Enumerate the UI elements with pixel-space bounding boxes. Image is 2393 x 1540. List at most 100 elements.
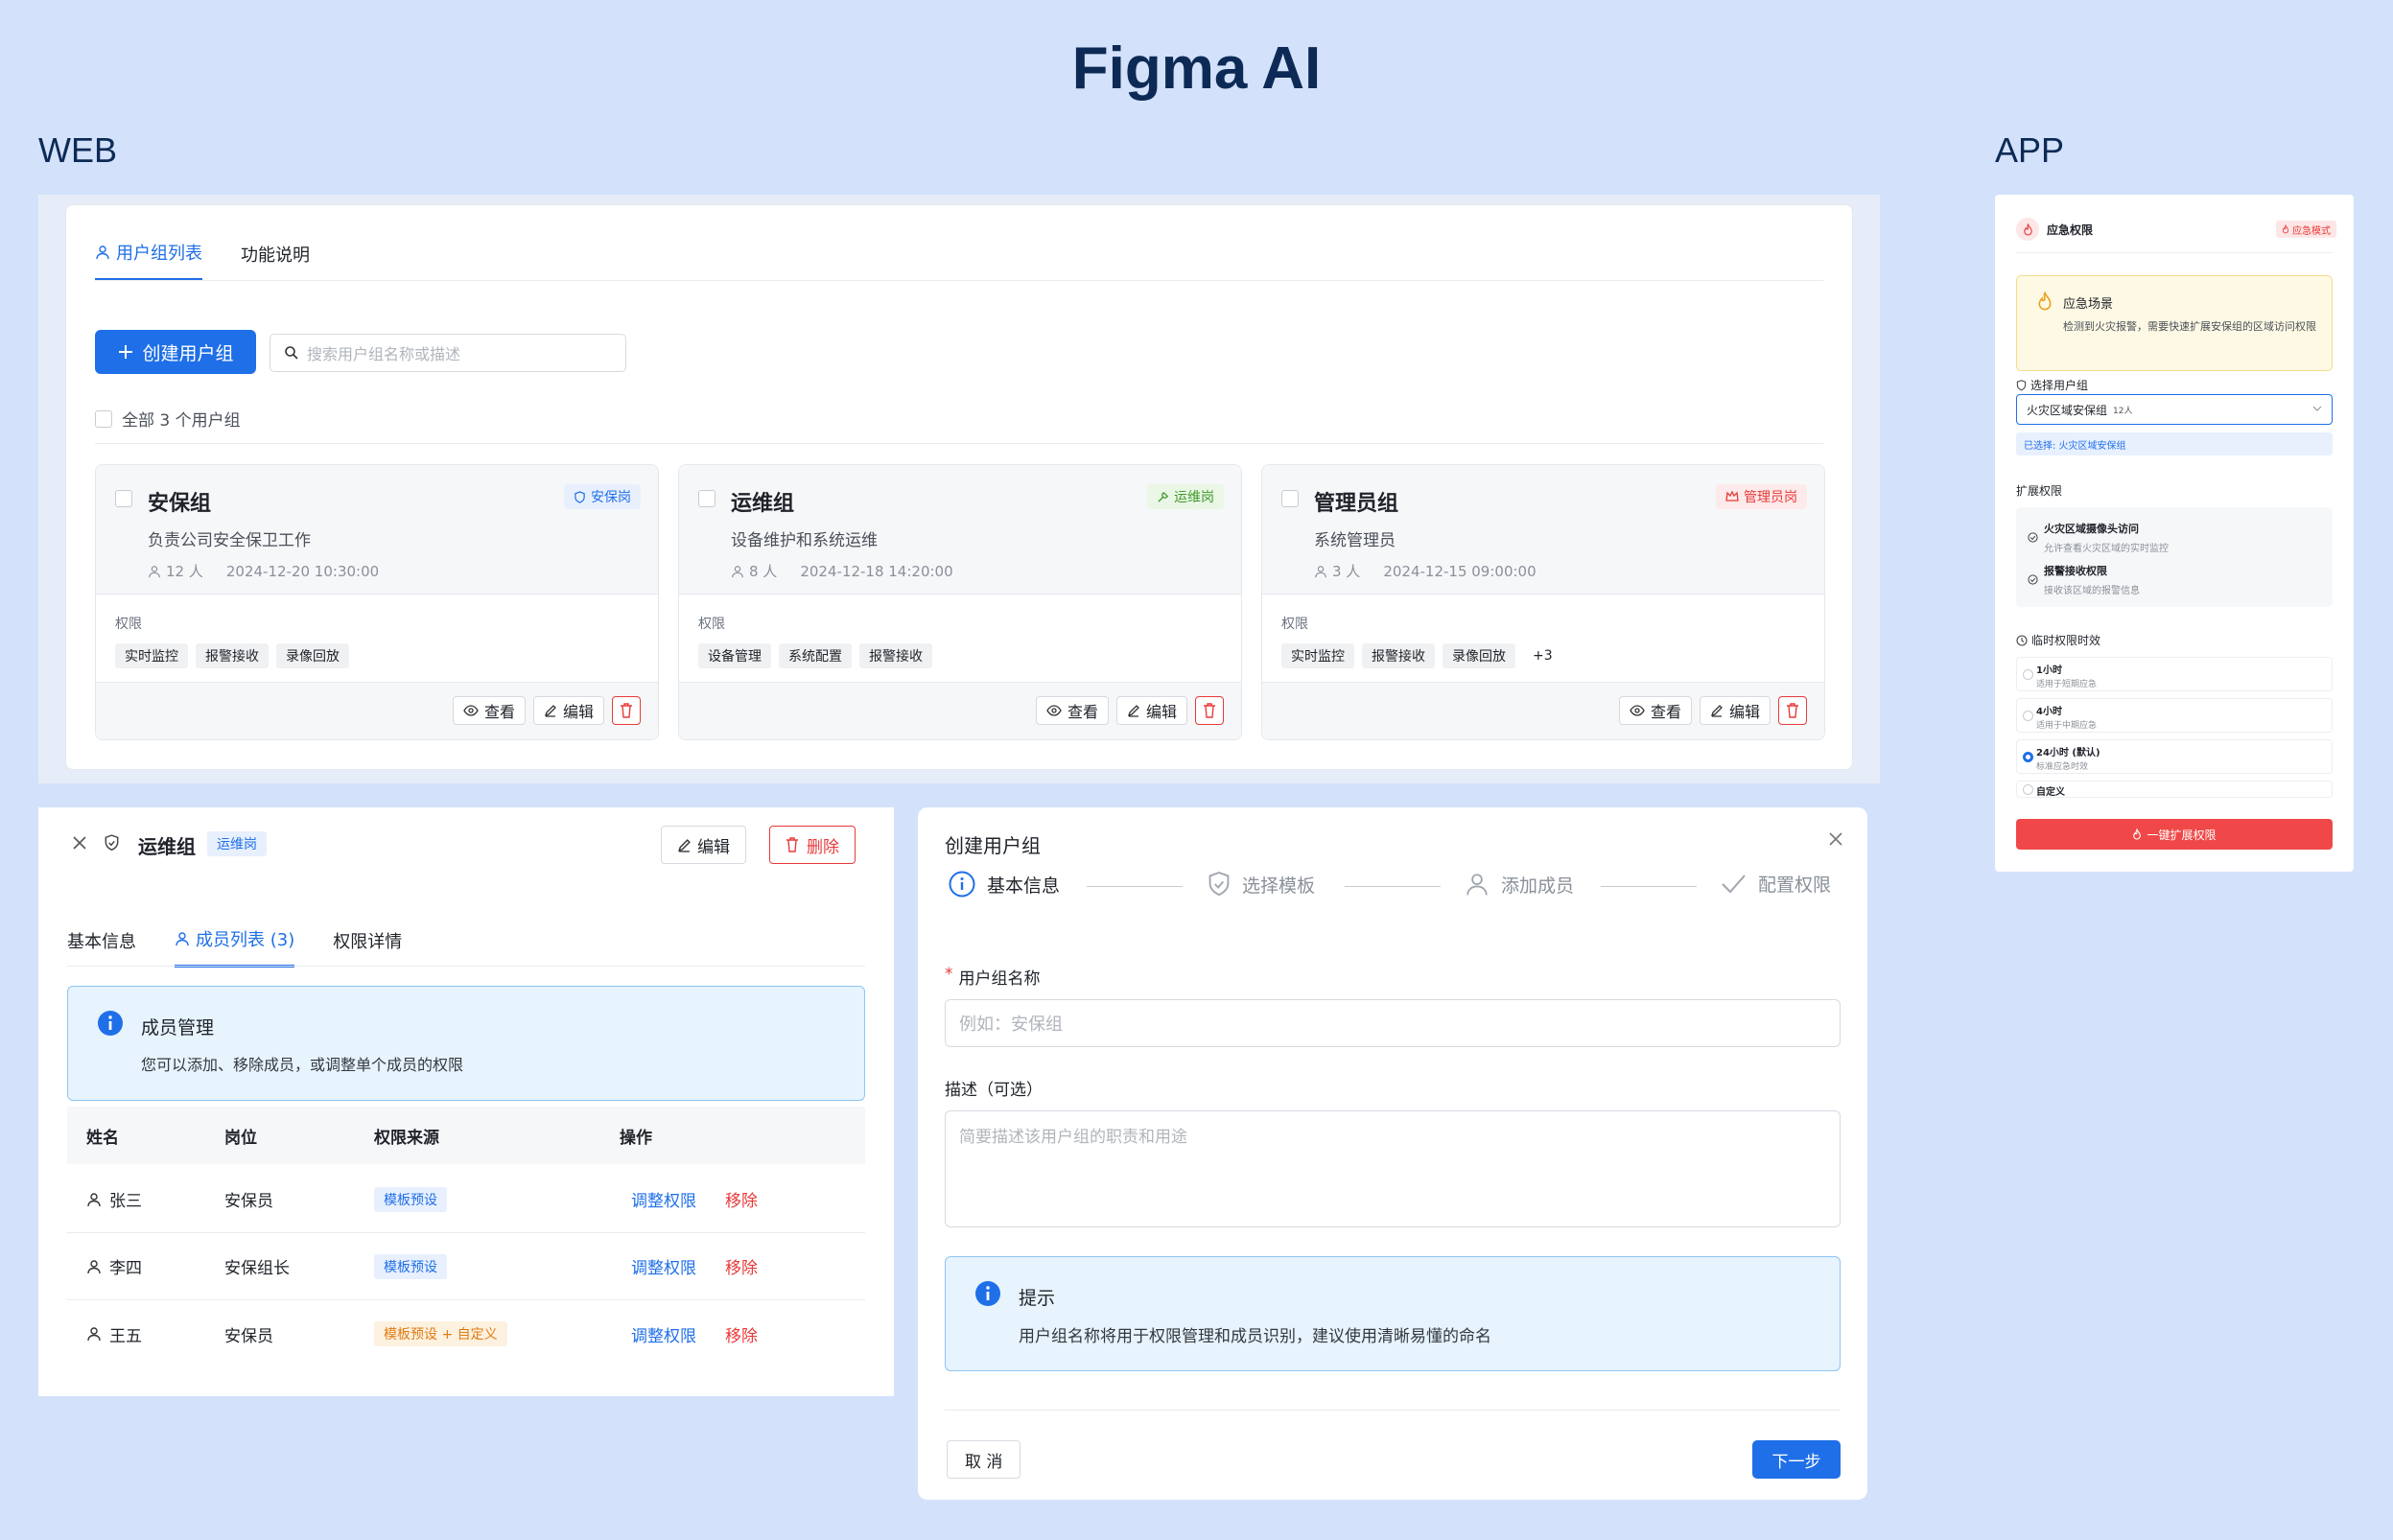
- extend-item-desc: 允许查看火灾区域的实时监控: [2044, 544, 2169, 554]
- close-icon[interactable]: [71, 834, 88, 852]
- adjust-perm-link[interactable]: 调整权限: [631, 1166, 696, 1232]
- page-title: Figma AI: [1071, 35, 1322, 102]
- step-label: 基本信息: [987, 875, 1061, 897]
- group-card[interactable]: 安保组 安保岗 负责公司安全保卫工作 12 人 2024-12-20 10:30…: [95, 464, 659, 740]
- next-button[interactable]: 下一步: [1752, 1440, 1841, 1479]
- eye-icon: [463, 705, 479, 716]
- duration-title: 1小时: [2036, 665, 2062, 676]
- tab-label: 成员列表 (3): [196, 930, 295, 950]
- duration-option[interactable]: 自定义: [2016, 781, 2333, 798]
- created-time: 2024-12-15 09:00:00: [1383, 562, 1537, 580]
- edit-button[interactable]: 编辑: [532, 696, 604, 725]
- adjust-perm-link[interactable]: 调整权限: [631, 1233, 696, 1299]
- view-button[interactable]: 查看: [1618, 696, 1692, 725]
- info-text: 您可以添加、移除成员，或调整单个成员的权限: [141, 1056, 464, 1074]
- description-textarea[interactable]: 简要描述该用户组的职责和用途: [945, 1110, 1841, 1227]
- scene-title: 应急场景: [2063, 297, 2114, 312]
- group-name-input[interactable]: 例如：安保组: [945, 999, 1841, 1047]
- remove-link[interactable]: 移除: [725, 1233, 758, 1299]
- tab-feature-desc[interactable]: 功能说明: [241, 240, 310, 281]
- user-icon: [148, 565, 161, 578]
- user-icon: [1314, 565, 1327, 578]
- col-source: 权限来源: [374, 1128, 439, 1148]
- create-group-button[interactable]: 创建用户组: [95, 330, 256, 374]
- extend-item[interactable]: 火灾区域摄像头访问 允许查看火灾区域的实时监控: [2028, 521, 2169, 554]
- view-button[interactable]: 查看: [452, 696, 526, 725]
- edit-button[interactable]: 编辑: [1115, 696, 1187, 725]
- tab-label: 用户组列表: [116, 244, 202, 264]
- group-select[interactable]: 火灾区域安保组 12人: [2016, 394, 2333, 425]
- fire-icon: [2132, 828, 2142, 840]
- info-title: 成员管理: [141, 1017, 215, 1038]
- scene-text: 检测到火灾报警，需要快速扩展安保组的区域访问权限: [2063, 320, 2316, 333]
- tip-title: 提示: [1019, 1288, 1056, 1309]
- fire-icon: [2036, 292, 2053, 311]
- remove-link[interactable]: 移除: [725, 1166, 758, 1232]
- source-tag: 模板预设 + 自定义: [374, 1321, 507, 1346]
- duration-option[interactable]: 1小时 适用于短期应急: [2016, 657, 2333, 691]
- edit-label: 编辑: [562, 703, 594, 721]
- remove-link[interactable]: 移除: [725, 1300, 758, 1367]
- duration-desc: 标准应急时效: [2036, 762, 2089, 772]
- radio[interactable]: [2023, 711, 2033, 721]
- select-all-checkbox[interactable]: [95, 409, 112, 428]
- extend-item[interactable]: 报警接收权限 接收该区域的报警信息: [2028, 563, 2140, 596]
- tab-basic-info[interactable]: 基本信息: [67, 926, 136, 968]
- trash-icon: [786, 837, 799, 852]
- group-checkbox[interactable]: [115, 490, 132, 507]
- tab-group-list[interactable]: 用户组列表: [95, 240, 202, 281]
- group-card[interactable]: 运维组 运维岗 设备维护和系统运维 8 人 2024-12-18 14:20:0…: [678, 464, 1242, 740]
- app-section-label: APP: [1995, 130, 2065, 170]
- more-perms-chip[interactable]: +3: [1523, 643, 1562, 668]
- source-tag: 模板预设: [374, 1186, 447, 1212]
- edit-button[interactable]: 编辑: [1699, 696, 1771, 725]
- tab-member-list[interactable]: 成员列表 (3): [175, 926, 295, 968]
- required-mark: *: [945, 965, 953, 984]
- radio[interactable]: [2023, 784, 2033, 795]
- user-icon: [86, 1259, 102, 1274]
- tab-label: 权限详情: [333, 931, 403, 952]
- tip-text: 用户组名称将用于权限管理和成员识别，建议使用清晰易懂的命名: [1019, 1327, 1491, 1346]
- member-count: 3 人: [1332, 563, 1361, 580]
- extend-perms-button[interactable]: 一键扩展权限: [2016, 819, 2333, 850]
- perm-chip: 系统配置: [779, 643, 852, 668]
- view-button[interactable]: 查看: [1035, 696, 1109, 725]
- delete-button[interactable]: 删除: [769, 826, 856, 864]
- perm-chip: 设备管理: [698, 643, 771, 668]
- select-all-label: 全部 3 个用户组: [122, 411, 241, 431]
- user-icon: [86, 1192, 102, 1207]
- header-divider: [2016, 252, 2333, 253]
- table-row: 王五 安保员 模板预设 + 自定义 调整权限 移除: [67, 1300, 865, 1367]
- adjust-perm-link[interactable]: 调整权限: [631, 1300, 696, 1367]
- eye-icon: [1630, 705, 1645, 716]
- delete-button[interactable]: [1778, 696, 1807, 725]
- duration-option[interactable]: 4小时 适用于中期应急: [2016, 698, 2333, 733]
- edit-button[interactable]: 编辑: [661, 826, 746, 864]
- step-basic-info: 基本信息: [949, 871, 1060, 898]
- perm-chip: 实时监控: [115, 643, 188, 668]
- desc-label: 描述（可选）: [945, 1081, 1043, 1100]
- radio[interactable]: [2023, 669, 2033, 680]
- close-icon[interactable]: [1827, 830, 1844, 848]
- perm-label: 权限: [1281, 617, 1308, 632]
- user-icon: [86, 1326, 102, 1342]
- step-add-members: 添加成员: [1465, 871, 1574, 898]
- perm-chip: 报警接收: [196, 643, 269, 668]
- tabs-divider: [95, 280, 1823, 281]
- info-icon: [97, 1010, 124, 1037]
- cancel-button[interactable]: 取 消: [947, 1440, 1021, 1479]
- group-checkbox[interactable]: [698, 490, 716, 507]
- delete-button[interactable]: [612, 696, 641, 725]
- search-input[interactable]: 搜索用户组名称或描述: [270, 334, 626, 372]
- group-checkbox[interactable]: [1281, 490, 1299, 507]
- delete-button[interactable]: [1195, 696, 1224, 725]
- duration-desc: 适用于中期应急: [2036, 721, 2098, 731]
- group-detail-panel: 运维组 运维岗 编辑 删除 基本信息 成员列表 (3) 权限详情 成员管理 您可…: [38, 807, 894, 1396]
- group-card[interactable]: 管理员组 管理员岗 系统管理员 3 人 2024-12-15 09:00:00 …: [1261, 464, 1825, 740]
- tab-perm-detail[interactable]: 权限详情: [333, 926, 402, 968]
- badge-label: 运维岗: [1174, 490, 1214, 505]
- app-header-title: 应急权限: [2047, 223, 2094, 237]
- duration-option-selected[interactable]: 24小时 (默认) 标准应急时效: [2016, 739, 2333, 774]
- tabs-divider: [67, 966, 865, 967]
- radio-checked[interactable]: [2023, 752, 2033, 762]
